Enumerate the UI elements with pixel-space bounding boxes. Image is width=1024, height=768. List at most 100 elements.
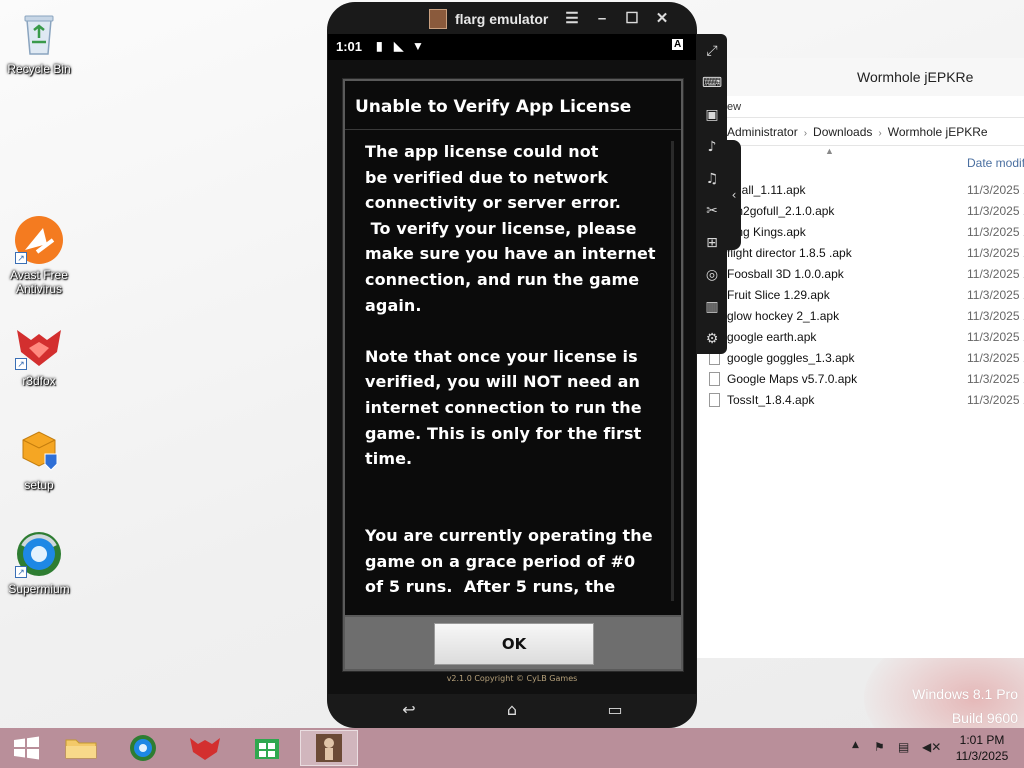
file-row[interactable]: glow hockey 2_1.apk 11/3/2025 1 <box>697 306 1024 327</box>
clock-time: 1:01 PM <box>959 733 1005 747</box>
taskbar-store[interactable] <box>238 730 296 766</box>
emulator-side-toolbar: ⤢ ⌨ ▣ ♪ ♫ ✂ ⊞ ◎ ▥ ⚙ <box>697 34 727 354</box>
back-icon[interactable]: ↩ <box>395 700 423 720</box>
tray-overflow-chevron-icon[interactable]: ▲ <box>852 740 859 750</box>
location-icon[interactable]: ◎ <box>701 264 723 286</box>
shake-icon[interactable]: ▥ <box>701 296 723 318</box>
file-date: 11/3/2025 1 <box>967 309 1024 323</box>
dialog-title: Unable to Verify App License <box>355 97 632 117</box>
shortcut-arrow-icon: ↗ <box>15 358 27 370</box>
network-icon[interactable]: ▤ <box>898 740 909 754</box>
settings-gear-icon[interactable]: ⚙ <box>701 328 723 350</box>
close-icon[interactable]: ✕ <box>651 8 673 30</box>
screenshot-icon[interactable]: ✂ <box>701 200 723 222</box>
file-row[interactable]: eBall_1.11.apk 11/3/2025 1 <box>697 180 1024 201</box>
supermium-icon <box>130 735 156 761</box>
file-date: 11/3/2025 1 <box>967 372 1024 386</box>
desktop-icon-r3dfox[interactable]: ↗ r3dfox <box>1 320 77 388</box>
desktop-icon-setup[interactable]: setup <box>1 424 77 492</box>
clock-date: 11/3/2025 <box>955 749 1009 763</box>
emulator-title-bar[interactable]: flarg emulator ☰ – ☐ ✕ <box>327 2 697 36</box>
volume-up-icon[interactable]: ♪ <box>701 136 723 158</box>
maximize-icon[interactable]: ☐ <box>621 8 643 30</box>
app-screen: Unable to Verify App License The app lic… <box>328 60 696 694</box>
ok-button[interactable]: OK <box>434 623 594 665</box>
android-screen: 1:01 ▮ ◣ ▼ A Unable to Verify App Licens… <box>328 34 696 694</box>
action-center-flag-icon[interactable]: ⚑ <box>874 740 885 754</box>
add-window-icon[interactable]: ⊞ <box>701 232 723 254</box>
file-icon <box>709 372 720 386</box>
desktop-icon-label: Supermium <box>8 582 70 596</box>
file-date: 11/3/2025 1 <box>967 204 1024 218</box>
minimize-icon[interactable]: – <box>591 8 613 30</box>
file-row[interactable]: Google Maps v5.7.0.apk 11/3/2025 1 <box>697 369 1024 390</box>
avast-icon: ↗ <box>13 214 65 266</box>
file-name: Fruit Slice 1.29.apk <box>727 288 830 302</box>
taskbar-r3dfox[interactable] <box>176 730 234 766</box>
file-row[interactable]: google earth.apk 11/3/2025 1 <box>697 327 1024 348</box>
file-name: Google Maps v5.7.0.apk <box>727 372 858 386</box>
volume-down-icon[interactable]: ♫ <box>701 168 723 190</box>
file-name: flight director 1.8.5 .apk <box>727 246 852 260</box>
notification-a-icon: A <box>672 39 684 50</box>
shortcut-arrow-icon: ↗ <box>15 566 27 578</box>
dialog-message[interactable]: The app license could not be verified du… <box>365 139 665 601</box>
home-icon[interactable]: ⌂ <box>498 700 526 720</box>
taskbar-file-explorer[interactable] <box>52 730 110 766</box>
dialog-content: Unable to Verify App License The app lic… <box>345 81 681 615</box>
file-row[interactable]: TossIt_1.8.4.apk 11/3/2025 1 <box>697 390 1024 411</box>
taskbar-flarg-emulator[interactable] <box>300 730 358 766</box>
breadcrumb-item[interactable]: Downloads <box>813 125 872 139</box>
signal-icon: ◣ <box>394 39 404 53</box>
taskbar: ▲ ⚑ ▤ ◀✕ 1:01 PM 11/3/2025 <box>0 728 1024 768</box>
file-row[interactable]: ain2gofull_2.1.0.apk 11/3/2025 1 <box>697 201 1024 222</box>
recent-apps-icon[interactable]: ▭ <box>601 700 629 720</box>
file-date: 11/3/2025 1 <box>967 288 1024 302</box>
breadcrumb-item[interactable]: Wormhole jEPKRe <box>888 125 988 139</box>
column-header-date-modified[interactable]: Date modif <box>967 156 1024 170</box>
fullscreen-icon[interactable]: ⤢ <box>701 40 723 62</box>
file-name: glow hockey 2_1.apk <box>727 309 840 323</box>
file-date: 11/3/2025 1 <box>967 267 1024 281</box>
r3dfox-icon: ↗ <box>13 320 65 372</box>
file-name: Foosball 3D 1.0.0.apk <box>727 267 844 281</box>
hamburger-menu-icon[interactable]: ☰ <box>561 8 583 30</box>
sort-ascending-icon: ▲ <box>825 146 834 156</box>
file-row[interactable]: Fruit Slice 1.29.apk 11/3/2025 1 <box>697 285 1024 306</box>
start-button[interactable] <box>6 732 46 764</box>
dialog-divider <box>345 129 681 130</box>
file-row[interactable]: google goggles_1.3.apk 11/3/2025 1 <box>697 348 1024 369</box>
desktop-icon-label: Recycle Bin <box>7 62 71 76</box>
android-nav-bar: ↩ ⌂ ▭ <box>327 694 697 728</box>
explorer-ribbon-tab-view[interactable]: ew <box>697 96 1024 118</box>
file-explorer-window[interactable]: Wormhole jEPKRe ew Administrator › Downloa… <box>696 58 1024 658</box>
desktop-icon-label: r3dfox <box>22 374 56 388</box>
store-icon <box>255 739 279 759</box>
file-list: eBall_1.11.apk 11/3/2025 1 ain2gofull_2.1… <box>697 180 1024 411</box>
volume-muted-icon[interactable]: ◀✕ <box>922 740 941 754</box>
taskbar-clock[interactable]: 1:01 PM 11/3/2025 <box>944 732 1020 764</box>
file-row[interactable]: hing Kings.apk 11/3/2025 1 <box>697 222 1024 243</box>
explorer-title: Wormhole jEPKRe <box>697 58 1024 96</box>
windows-logo-icon <box>14 736 39 760</box>
supermium-icon: ↗ <box>13 528 65 580</box>
desktop-icon-recycle-bin[interactable]: Recycle Bin <box>1 8 77 76</box>
file-row[interactable]: Foosball 3D 1.0.0.apk 11/3/2025 1 <box>697 264 1024 285</box>
file-name: google earth.apk <box>727 330 817 344</box>
desktop-icon-supermium[interactable]: ↗ Supermium <box>1 528 77 596</box>
file-row[interactable]: flight director 1.8.5 .apk 11/3/2025 1 <box>697 243 1024 264</box>
install-apk-icon[interactable]: ▣ <box>701 104 723 126</box>
dialog-scrollbar[interactable] <box>671 141 674 601</box>
taskbar-supermium[interactable] <box>114 730 172 766</box>
flarg-emulator-icon <box>316 734 342 762</box>
file-date: 11/3/2025 1 <box>967 351 1024 365</box>
r3dfox-icon <box>190 738 220 760</box>
keyboard-icon[interactable]: ⌨ <box>701 72 723 94</box>
file-date: 11/3/2025 1 <box>967 246 1024 260</box>
desktop-icon-avast[interactable]: ↗ Avast Free Antivirus <box>1 214 77 296</box>
explorer-address-bar[interactable]: Administrator › Downloads › Wormhole jEPKRe <box>697 118 1024 146</box>
recycle-bin-icon <box>13 8 65 60</box>
file-date: 11/3/2025 1 <box>967 393 1024 407</box>
toolbar-collapse-chevron-icon[interactable]: ‹ <box>727 140 741 250</box>
breadcrumb-item[interactable]: Administrator <box>727 125 798 139</box>
